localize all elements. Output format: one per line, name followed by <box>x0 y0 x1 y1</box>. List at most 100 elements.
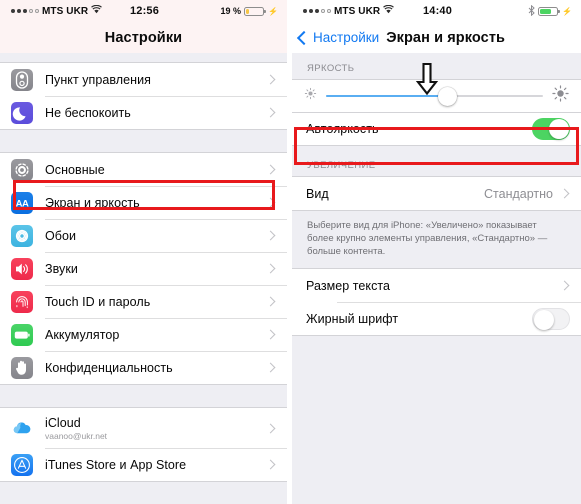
sun-large-icon <box>552 85 569 107</box>
auto-brightness-row[interactable]: Автояркость <box>292 113 581 145</box>
list-spacer <box>0 482 287 504</box>
zoom-group: Вид Стандартно <box>292 176 581 211</box>
status-bar-left: MTS UKR <box>11 4 130 17</box>
right-status-bar: MTS UKR 14:40 ⚡ <box>292 0 581 22</box>
signal-strength-icon <box>11 9 39 13</box>
sidebar-item-icloud[interactable]: iCloud vaanoo@ukr.net <box>0 408 287 448</box>
chevron-right-icon <box>265 164 276 175</box>
battery-icon <box>11 323 33 346</box>
sidebar-item-privacy[interactable]: Конфиденциальность <box>0 351 287 384</box>
icloud-account-email: vaanoo@ukr.net <box>45 430 108 441</box>
wifi-icon <box>91 4 103 17</box>
sidebar-item-touch-id[interactable]: Touch ID и пароль <box>0 285 287 318</box>
brightness-slider-fill <box>326 95 448 97</box>
brightness-slider-knob[interactable] <box>438 86 458 106</box>
sidebar-item-sounds[interactable]: Звуки <box>0 252 287 285</box>
chevron-right-icon <box>265 74 276 85</box>
text-group: Размер текста Жирный шрифт <box>292 268 581 336</box>
sidebar-item-label: iTunes Store и App Store <box>45 457 187 472</box>
app-store-icon <box>11 453 33 476</box>
icloud-labels: iCloud vaanoo@ukr.net <box>45 416 267 441</box>
back-button[interactable]: Настройки <box>296 30 380 45</box>
sidebar-item-display-brightness[interactable]: AA Экран и яркость <box>0 186 287 219</box>
wallpaper-flower-icon <box>11 224 33 247</box>
toggle-knob <box>534 309 554 330</box>
gear-icon <box>11 158 33 181</box>
status-bar-right: ⚡ <box>452 4 573 18</box>
chevron-right-icon <box>265 329 276 340</box>
sidebar-item-do-not-disturb[interactable]: Не беспокоить <box>0 96 287 129</box>
settings-group-1: Пункт управления Не беспокоить <box>0 62 287 130</box>
status-bar-right: 19 % ⚡ <box>159 6 278 16</box>
control-center-icon <box>11 68 33 91</box>
back-button-label: Настройки <box>313 30 380 45</box>
fingerprint-icon <box>11 290 33 313</box>
chevron-right-icon <box>265 197 276 208</box>
sidebar-item-label: Основные <box>45 162 105 177</box>
view-row[interactable]: Вид Стандартно <box>292 177 581 210</box>
bolt-icon: ⚡ <box>268 6 279 16</box>
comparison-screenshot: MTS UKR 12:56 19 % ⚡ Настройки Пункт упр… <box>0 0 581 504</box>
left-settings-list[interactable]: Пункт управления Не беспокоить Основные … <box>0 53 287 504</box>
sidebar-item-control-center[interactable]: Пункт управления <box>0 63 287 96</box>
bold-text-label: Жирный шрифт <box>306 311 399 326</box>
page-title: Экран и яркость <box>386 29 506 46</box>
auto-brightness-toggle[interactable] <box>532 118 570 140</box>
view-value: Стандартно <box>484 186 553 201</box>
brightness-slider-row[interactable] <box>292 79 581 113</box>
list-spacer <box>0 385 287 407</box>
status-bar-left: MTS UKR <box>303 4 423 17</box>
bold-text-row[interactable]: Жирный шрифт <box>292 302 581 335</box>
chevron-right-icon <box>265 107 276 118</box>
chevron-right-icon <box>265 263 276 274</box>
svg-text:AA: AA <box>16 198 29 209</box>
hand-icon <box>11 356 33 379</box>
settings-group-3: iCloud vaanoo@ukr.net iTunes Store и App… <box>0 407 287 482</box>
text-size-row[interactable]: Размер текста <box>292 269 581 302</box>
icloud-icon <box>11 417 33 439</box>
left-nav-bar: Настройки <box>0 22 287 53</box>
chevron-right-icon <box>265 296 276 307</box>
display-settings-list[interactable]: ЯРКОСТЬ Автояркость УВЕЛИЧЕНИЕ Вид Станд… <box>292 53 581 504</box>
bold-text-toggle[interactable] <box>532 307 570 330</box>
chevron-right-icon <box>559 280 570 291</box>
sidebar-item-label: Пункт управления <box>45 72 151 87</box>
sidebar-item-battery[interactable]: Аккумулятор <box>0 318 287 351</box>
sidebar-item-wallpaper[interactable]: Обои <box>0 219 287 252</box>
wifi-icon <box>383 4 395 17</box>
left-status-bar: MTS UKR 12:56 19 % ⚡ <box>0 0 287 22</box>
zoom-footnote: Выберите вид для iPhone: «Увеличено» пок… <box>292 211 581 268</box>
chevron-right-icon <box>265 459 276 470</box>
toggle-knob <box>549 119 569 139</box>
clock: 12:56 <box>129 5 160 17</box>
brightness-slider-track[interactable] <box>326 86 543 106</box>
sidebar-item-general[interactable]: Основные <box>0 153 287 186</box>
settings-group-2: Основные AA Экран и яркость Обои Звуки T… <box>0 152 287 385</box>
bluetooth-icon <box>528 4 535 18</box>
bolt-icon: ⚡ <box>562 6 573 16</box>
sidebar-item-label: Аккумулятор <box>45 327 120 342</box>
view-label: Вид <box>306 186 329 201</box>
left-phone-screen: MTS UKR 12:56 19 % ⚡ Настройки Пункт упр… <box>0 0 287 504</box>
sidebar-item-label: iCloud <box>45 415 81 430</box>
sidebar-item-itunes-app-store[interactable]: iTunes Store и App Store <box>0 448 287 481</box>
signal-strength-icon <box>303 9 331 13</box>
chevron-right-icon <box>265 362 276 373</box>
sidebar-item-label: Не беспокоить <box>45 105 131 120</box>
brightness-section-header: ЯРКОСТЬ <box>292 53 581 79</box>
text-size-label: Размер текста <box>306 278 391 293</box>
battery-icon <box>538 6 561 16</box>
chevron-right-icon <box>559 188 570 199</box>
chevron-left-icon <box>296 30 312 45</box>
sidebar-item-label: Экран и яркость <box>45 195 140 210</box>
list-spacer <box>292 336 581 476</box>
carrier-name: MTS UKR <box>42 5 89 17</box>
speaker-icon <box>11 257 33 280</box>
battery-percent-label: 19 % <box>220 6 242 16</box>
moon-icon <box>11 101 33 124</box>
zoom-section-header: УВЕЛИЧЕНИЕ <box>292 146 581 176</box>
page-title: Настройки <box>104 29 183 46</box>
list-spacer <box>0 130 287 152</box>
sun-small-icon <box>304 87 317 105</box>
sidebar-item-label: Конфиденциальность <box>45 360 173 375</box>
